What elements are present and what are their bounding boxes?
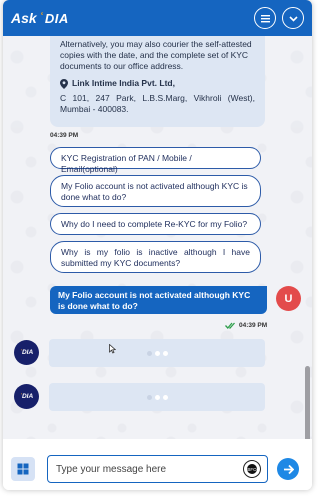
typing-dot	[154, 350, 160, 356]
quick-reply-option[interactable]: My Folio account is not activated althou…	[50, 175, 261, 207]
quick-reply-option[interactable]: Why is my folio is inactive although I h…	[50, 241, 261, 273]
typing-dot	[146, 394, 152, 400]
send-arrow-icon	[283, 464, 294, 474]
bot-avatar: ʿ DIA	[14, 384, 39, 409]
voice-label: BFO	[247, 467, 257, 472]
message-status: 04:39 PM	[225, 322, 267, 329]
quick-reply-option[interactable]: KYC Registration of PAN / Mobile / Email…	[50, 147, 261, 174]
bot-message-text: Alternatively, you may also courier the …	[60, 39, 252, 71]
chevron-down-icon	[288, 15, 298, 22]
chat-area[interactable]: Alternatively, you may also courier the …	[3, 36, 312, 439]
location-pin-icon	[60, 78, 68, 89]
address-title-row: Link Intime India Pvt. Ltd,	[60, 78, 255, 89]
double-check-icon	[225, 322, 235, 329]
menu-list-button[interactable]	[254, 7, 276, 29]
composer-bar: BFO	[3, 448, 312, 490]
user-message-time: 04:39 PM	[239, 322, 268, 329]
brand-logo-text: DIA	[44, 10, 69, 26]
user-message-bubble: My Folio account is not activated althou…	[50, 286, 267, 314]
voice-assistant-icon: BFO	[247, 464, 257, 474]
mouse-cursor-icon	[109, 344, 116, 354]
minimize-button[interactable]	[282, 7, 304, 29]
brand-logo-mark: ʿ DIA	[39, 10, 69, 26]
brand-ask-text: Ask	[11, 10, 37, 26]
chat-header: Ask ʿ DIA	[3, 0, 312, 36]
list-icon	[260, 14, 270, 22]
typing-dot	[146, 350, 152, 356]
bot-message-bubble: Alternatively, you may also courier the …	[50, 36, 265, 127]
address-title: Link Intime India Pvt. Ltd,	[72, 78, 175, 88]
bot-avatar: ʿ DIA	[14, 340, 39, 365]
message-input[interactable]	[48, 456, 267, 482]
typing-dot	[162, 394, 168, 400]
bot-message-time: 04:39 PM	[50, 132, 79, 139]
quick-menu-button[interactable]	[11, 457, 35, 481]
quick-reply-option[interactable]: Why do I need to complete Re-KYC for my …	[50, 213, 261, 235]
address-line: C 101, 247 Park, L.B.S.Marg, Vikhroli (W…	[60, 93, 255, 114]
typing-indicator	[49, 339, 265, 367]
swoosh-icon: ʿ	[38, 10, 44, 26]
typing-indicator	[49, 383, 265, 411]
send-button[interactable]	[277, 458, 299, 480]
bot-avatar-text: DIA	[21, 349, 34, 356]
chat-scrollbar[interactable]	[305, 366, 310, 439]
message-input-wrapper: BFO	[47, 455, 268, 483]
bot-avatar-text: DIA	[21, 393, 34, 400]
user-avatar: U	[276, 286, 301, 311]
typing-dot	[162, 350, 168, 356]
ask-india-logo: Ask ʿ DIA	[11, 10, 69, 26]
grid-icon	[17, 463, 29, 475]
voice-assistant-button[interactable]: BFO	[243, 460, 261, 478]
chat-window: Ask ʿ DIA Alternatively, you may also co…	[3, 0, 312, 490]
typing-dot	[154, 394, 160, 400]
